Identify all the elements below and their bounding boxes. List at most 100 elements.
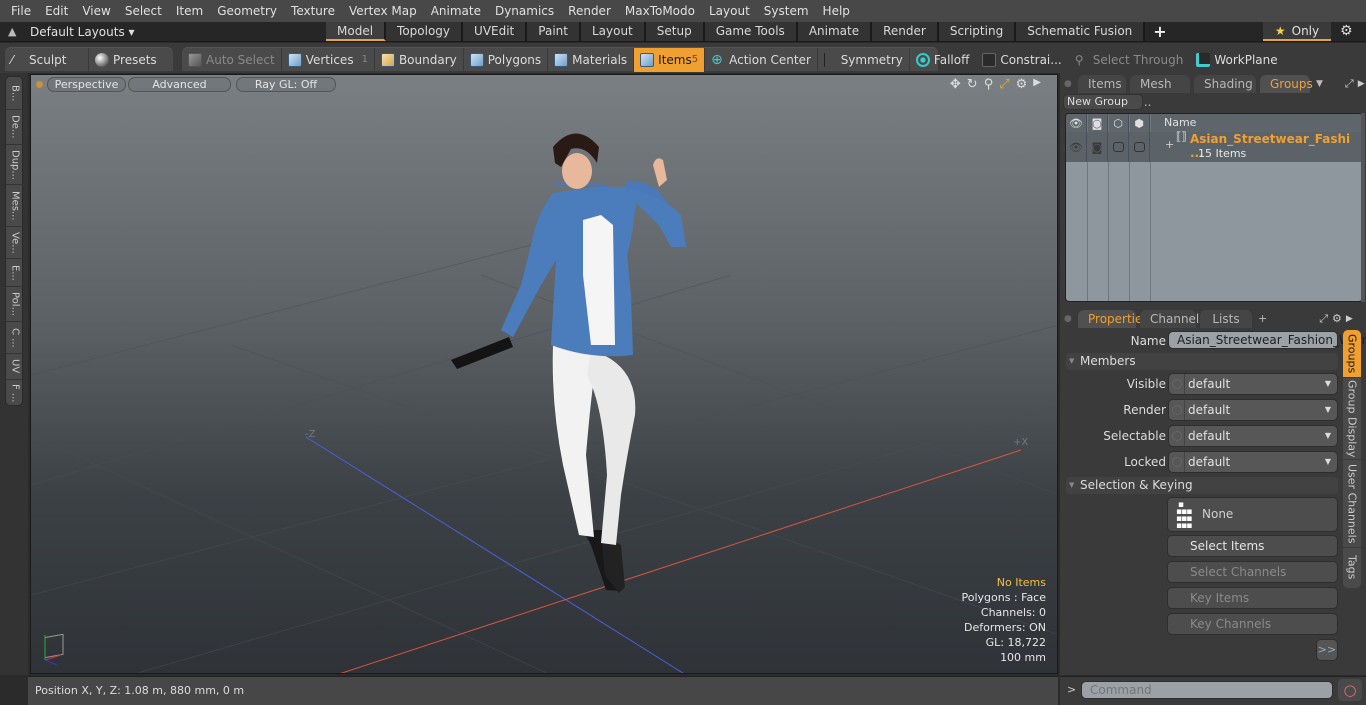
zoom-icon[interactable]: ⚲	[984, 77, 994, 92]
tabs-dropdown-icon[interactable]: ▼	[1316, 75, 1323, 93]
tab-lists[interactable]: Lists	[1200, 310, 1252, 328]
tab-topology[interactable]: Topology	[386, 22, 464, 41]
viewport-options-dot[interactable]	[36, 81, 43, 88]
tab-channels[interactable]: Channels	[1140, 310, 1206, 328]
shading-mode-button[interactable]: Advanced	[128, 77, 231, 92]
tab-items[interactable]: Items	[1078, 75, 1126, 93]
tab-schematic-fusion[interactable]: Schematic Fusion	[1016, 22, 1146, 41]
presets-button[interactable]: Presets	[89, 48, 163, 72]
left-tab-vertex[interactable]: Ve...	[6, 227, 24, 259]
side-tab-groups[interactable]: Groups	[1343, 330, 1361, 378]
menu-help[interactable]: Help	[816, 0, 857, 22]
maximize-panel-icon[interactable]: ⤢	[1345, 75, 1354, 93]
menu-texture[interactable]: Texture	[284, 0, 342, 22]
menu-dynamics[interactable]: Dynamics	[488, 0, 561, 22]
group-row[interactable]: 👁 ◙ + ⟦⟧ Asian_Streetwear_Fashi ... 15 I…	[1066, 130, 1362, 162]
left-tab-edge[interactable]: E...	[6, 259, 24, 287]
collapse-up-icon[interactable]: ▲	[8, 25, 16, 38]
panel-dot-icon-2[interactable]: ●	[1064, 310, 1074, 328]
visible-dropdown[interactable]: default ▼	[1168, 373, 1338, 395]
tab-animate[interactable]: Animate	[797, 22, 873, 41]
menu-geometry[interactable]: Geometry	[210, 0, 284, 22]
side-tab-user-channels[interactable]: User Channels	[1343, 460, 1361, 548]
left-tab-polygon[interactable]: Pol...	[6, 287, 24, 322]
menu-select[interactable]: Select	[118, 0, 169, 22]
boundary-button[interactable]: Boundary	[375, 47, 464, 72]
3d-viewport[interactable]: -Z +X Perspective Advanced Ray GL: Off ✥…	[30, 74, 1058, 674]
none-hierarchy-button[interactable]: ▪ ▪▪▪ ▪▪▪ ▪▪▪ None	[1167, 497, 1338, 532]
maximize-icon[interactable]: ⤢	[999, 77, 1009, 92]
select-channels-button[interactable]: Select Channels	[1167, 561, 1338, 583]
group-name-input[interactable]: Asian_Streetwear_Fashion_Wom	[1168, 331, 1366, 349]
tab-game-tools[interactable]: Game Tools	[704, 22, 798, 41]
row-lock-toggle[interactable]	[1129, 132, 1150, 162]
tab-shading[interactable]: Shading	[1194, 75, 1256, 93]
locked-dropdown[interactable]: default ▼	[1168, 451, 1338, 473]
name-column-header[interactable]: Name	[1150, 114, 1196, 132]
row-eye-icon[interactable]: 👁	[1066, 132, 1087, 162]
symmetry-button[interactable]: Symmetry	[818, 47, 910, 72]
selectable-dropdown[interactable]: default ▼	[1168, 425, 1338, 447]
workplane-button[interactable]: WorkPlane	[1190, 48, 1283, 72]
tab-paint[interactable]: Paint	[527, 22, 581, 41]
maximize-panel-icon-2[interactable]: ⤢	[1319, 310, 1328, 328]
raygl-button[interactable]: Ray GL: Off	[236, 77, 336, 92]
left-tab-duplicate[interactable]: Dup...	[6, 145, 24, 185]
tab-scripting[interactable]: Scripting	[938, 22, 1017, 41]
tab-layout[interactable]: Layout	[580, 22, 646, 41]
auto-select-button[interactable]: Auto Select	[182, 47, 282, 72]
menu-layout[interactable]: Layout	[702, 0, 757, 22]
left-tab-curve[interactable]: C ...	[6, 322, 24, 354]
select-through-button[interactable]: ⚲ Select Through	[1069, 47, 1191, 72]
menu-vertex-map[interactable]: Vertex Map	[342, 0, 424, 22]
materials-button[interactable]: Materials	[548, 47, 635, 72]
selectable-cube-icon[interactable]: ⬡	[1108, 114, 1129, 132]
falloff-button[interactable]: Falloff	[910, 47, 977, 72]
command-input[interactable]	[1081, 681, 1333, 699]
panel-dot-icon[interactable]: ●	[1064, 75, 1074, 93]
left-tab-fusion[interactable]: F ...	[6, 380, 24, 407]
key-channels-button[interactable]: Key Channels	[1167, 613, 1338, 635]
menu-item[interactable]: Item	[169, 0, 210, 22]
vertices-button[interactable]: Vertices 1	[282, 47, 375, 72]
gear-icon[interactable]: ⚙	[1340, 23, 1353, 39]
perspective-button[interactable]: Perspective	[47, 77, 126, 92]
expand-arrow-icon[interactable]: ▶	[1033, 77, 1041, 92]
menu-animate[interactable]: Animate	[424, 0, 488, 22]
side-tab-group-display[interactable]: Group Display	[1343, 378, 1361, 460]
move-icon[interactable]: ✥	[950, 77, 961, 92]
left-tab-uv[interactable]: UV	[6, 354, 24, 380]
add-tab-button[interactable]: +	[1145, 22, 1174, 41]
record-macro-icon[interactable]: ○	[1338, 679, 1362, 701]
panel-gear-icon[interactable]: ⚙	[1332, 310, 1342, 328]
tab-setup[interactable]: Setup	[645, 22, 705, 41]
sculpt-button[interactable]: ⁄ Sculpt	[5, 47, 89, 72]
tab-groups[interactable]: Groups	[1260, 75, 1313, 93]
settings-icon[interactable]: ⚙	[1016, 77, 1028, 92]
new-group-button[interactable]: New Group	[1063, 94, 1143, 110]
key-items-button[interactable]: Key Items	[1167, 587, 1338, 609]
action-center-button[interactable]: ⊕ Action Center	[705, 47, 818, 72]
expand-plus-icon[interactable]: +	[1165, 138, 1174, 151]
visibility-eye-icon[interactable]: 👁	[1066, 114, 1087, 132]
left-tab-deform[interactable]: De...	[6, 110, 24, 145]
left-tab-mesh-edit[interactable]: Mes...	[6, 185, 24, 227]
menu-view[interactable]: View	[75, 0, 117, 22]
items-button[interactable]: Items 5	[634, 47, 706, 72]
panel-arrow-icon-2[interactable]: ▶	[1346, 310, 1353, 328]
members-section-header[interactable]: Members	[1066, 353, 1338, 370]
left-tab-basic[interactable]: B...	[6, 77, 24, 110]
more-button[interactable]: >>	[1316, 639, 1338, 661]
row-camera-icon[interactable]: ◙	[1087, 132, 1108, 162]
tab-properties[interactable]: Properties	[1078, 310, 1149, 328]
only-button[interactable]: ★ Only	[1263, 22, 1331, 41]
lock-cube-icon[interactable]: ⬢	[1129, 114, 1150, 132]
menu-render[interactable]: Render	[561, 0, 618, 22]
menu-edit[interactable]: Edit	[38, 0, 75, 22]
selection-keying-section-header[interactable]: Selection & Keying	[1066, 477, 1338, 494]
groups-list-scrollbar[interactable]	[1361, 113, 1365, 302]
tab-uvedit[interactable]: UVEdit	[463, 22, 528, 41]
side-tab-tags[interactable]: Tags	[1343, 548, 1361, 586]
render-dropdown[interactable]: default ▼	[1168, 399, 1338, 421]
tab-mesh[interactable]: Mesh ...	[1130, 75, 1190, 109]
